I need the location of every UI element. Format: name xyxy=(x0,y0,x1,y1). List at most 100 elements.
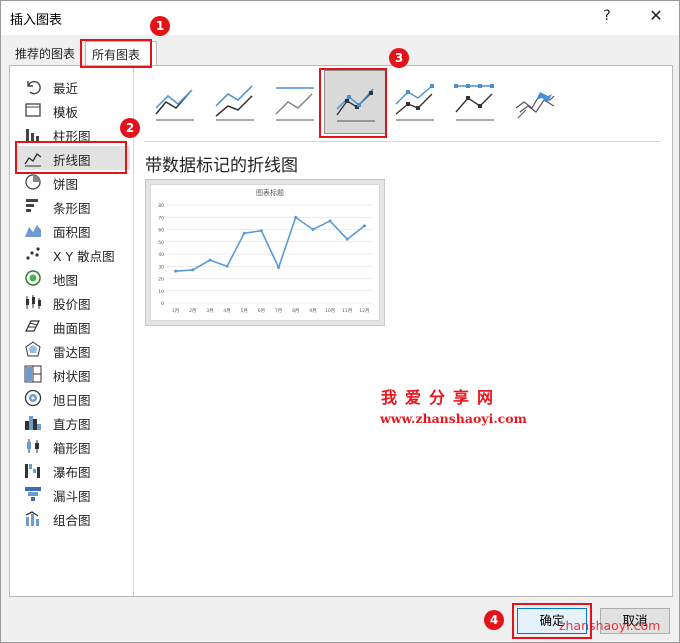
step-badge-2: 2 xyxy=(120,118,140,138)
sidebar-item-recent[interactable]: 最近 xyxy=(16,74,130,98)
x-tick-label: 5月 xyxy=(241,308,248,314)
highlight-markers-subtype xyxy=(319,68,387,138)
selected-chart-name: 带数据标记的折线图 xyxy=(145,156,298,176)
sidebar-item-label: 条形图 xyxy=(53,201,91,216)
scatter-chart-icon xyxy=(24,245,42,263)
y-tick-label: 70 xyxy=(158,215,164,221)
area-chart-icon xyxy=(24,221,42,239)
x-tick-label: 6月 xyxy=(258,308,265,314)
sidebar-item-histogram-chart[interactable]: 直方图 xyxy=(16,410,130,434)
sidebar-item-folder[interactable]: 模板 xyxy=(16,98,130,122)
data-point xyxy=(277,265,281,269)
sidebar-item-label: 曲面图 xyxy=(53,321,91,336)
funnel-chart-icon xyxy=(24,485,42,503)
box-whisker-chart-icon xyxy=(24,437,42,455)
sidebar-item-label: 树状图 xyxy=(53,369,91,384)
sidebar-item-label: X Y 散点图 xyxy=(53,249,115,264)
title-bar: 插入图表 ? ✕ xyxy=(1,1,679,35)
sidebar-item-label: 组合图 xyxy=(53,513,91,528)
sidebar-item-sunburst-chart[interactable]: 旭日图 xyxy=(16,386,130,410)
sidebar-item-label: 股价图 xyxy=(53,297,91,312)
sidebar-item-waterfall-chart[interactable]: 瀑布图 xyxy=(16,458,130,482)
sidebar-item-treemap-chart[interactable]: 树状图 xyxy=(16,362,130,386)
y-tick-label: 0 xyxy=(161,301,164,307)
y-tick-label: 60 xyxy=(158,228,164,234)
step-badge-1: 1 xyxy=(150,16,170,36)
surface-chart-icon xyxy=(24,317,42,335)
help-button[interactable]: ? xyxy=(597,8,617,28)
sidebar-item-radar-chart[interactable]: 雷达图 xyxy=(16,338,130,362)
percent-stacked-line-with-markers-subtype-option[interactable] xyxy=(444,70,506,134)
y-tick-label: 80 xyxy=(158,203,164,209)
highlight-ok-button xyxy=(512,603,592,639)
insert-chart-dialog: 插入图表 ? ✕ 推荐的图表 所有图表 最近 模板 柱形图 折线图 饼图 条形图 面积图 X … xyxy=(0,0,680,643)
y-tick-label: 10 xyxy=(158,289,164,295)
treemap-chart-icon xyxy=(24,365,42,383)
y-tick-label: 40 xyxy=(158,252,164,258)
sidebar-item-label: 直方图 xyxy=(53,417,91,432)
map-chart-icon xyxy=(24,269,42,287)
watermark-url: www.zhanshaoyi.com xyxy=(380,411,527,426)
watermark-text: 我爱分享网 xyxy=(381,388,502,407)
preview-chart: 图表标题 0 10 20 30 40 50 60 70 80 1月 2月 3月 4月 5月 6月 7月 8月 9月 1… xyxy=(158,188,373,314)
sidebar-item-label: 雷达图 xyxy=(53,345,91,360)
sidebar-item-label: 模板 xyxy=(53,105,79,120)
sidebar-item-label: 旭日图 xyxy=(53,393,91,408)
sidebar-item-funnel-chart[interactable]: 漏斗图 xyxy=(16,482,130,506)
sidebar-item-stock-chart[interactable]: 股价图 xyxy=(16,290,130,314)
sidebar-item-box-whisker-chart[interactable]: 箱形图 xyxy=(16,434,130,458)
sidebar-item-label: 面积图 xyxy=(53,225,91,240)
sidebar-item-map-chart[interactable]: 地图 xyxy=(16,266,130,290)
sidebar-item-label: 饼图 xyxy=(53,177,79,192)
radar-chart-icon xyxy=(24,341,42,359)
bar-chart-icon xyxy=(24,197,42,215)
data-point xyxy=(328,219,332,223)
sidebar-item-label: 最近 xyxy=(53,81,79,96)
x-tick-label: 12月 xyxy=(359,308,369,314)
sidebar-item-surface-chart[interactable]: 曲面图 xyxy=(16,314,130,338)
data-point xyxy=(208,258,212,262)
stacked-line-with-markers-subtype-option[interactable] xyxy=(384,70,446,134)
data-point xyxy=(225,264,229,268)
data-point xyxy=(174,269,178,273)
y-tick-label: 20 xyxy=(158,277,164,283)
sidebar-item-bar-chart[interactable]: 条形图 xyxy=(16,194,130,218)
step-badge-3: 3 xyxy=(389,48,409,68)
data-point xyxy=(294,215,298,219)
data-point xyxy=(242,231,246,235)
data-point xyxy=(345,237,349,241)
3d-line-subtype-option[interactable] xyxy=(504,70,566,134)
gallery-divider xyxy=(144,141,660,142)
sidebar-item-label: 箱形图 xyxy=(53,441,91,456)
sidebar-item-label: 地图 xyxy=(53,273,79,288)
highlight-line-chart xyxy=(15,141,127,174)
combo-chart-icon xyxy=(24,509,42,527)
percent-stacked-line-subtype-option[interactable] xyxy=(264,70,326,134)
histogram-chart-icon xyxy=(24,413,42,431)
sidebar-item-scatter-chart[interactable]: X Y 散点图 xyxy=(16,242,130,266)
stock-chart-icon xyxy=(24,293,42,311)
preview-chart-title: 图表标题 xyxy=(256,188,284,197)
y-tick-label: 30 xyxy=(158,264,164,270)
tab-recommended-charts[interactable]: 推荐的图表 xyxy=(9,41,85,65)
x-tick-label: 1月 xyxy=(172,308,179,314)
x-tick-label: 8月 xyxy=(292,308,299,314)
chart-preview[interactable]: 图表标题 0 10 20 30 40 50 60 70 80 1月 2月 3月 4月 5月 6月 7月 8月 9月 1… xyxy=(145,179,385,326)
sidebar-item-combo-chart[interactable]: 组合图 xyxy=(16,506,130,530)
x-tick-label: 4月 xyxy=(223,308,230,314)
sidebar-item-label: 瀑布图 xyxy=(53,465,91,480)
stacked-line-subtype-option[interactable] xyxy=(204,70,266,134)
x-tick-label: 2月 xyxy=(189,308,196,314)
sidebar-item-area-chart[interactable]: 面积图 xyxy=(16,218,130,242)
x-tick-label: 11月 xyxy=(342,308,352,314)
waterfall-chart-icon xyxy=(24,461,42,479)
pie-chart-icon xyxy=(24,173,42,191)
line-subtype-option[interactable] xyxy=(144,70,206,134)
data-point xyxy=(259,229,263,233)
y-tick-label: 50 xyxy=(158,240,164,246)
step-badge-4: 4 xyxy=(484,610,504,630)
data-point xyxy=(362,224,366,228)
folder-icon xyxy=(24,101,42,119)
close-button[interactable]: ✕ xyxy=(644,6,668,28)
data-point xyxy=(191,268,195,272)
